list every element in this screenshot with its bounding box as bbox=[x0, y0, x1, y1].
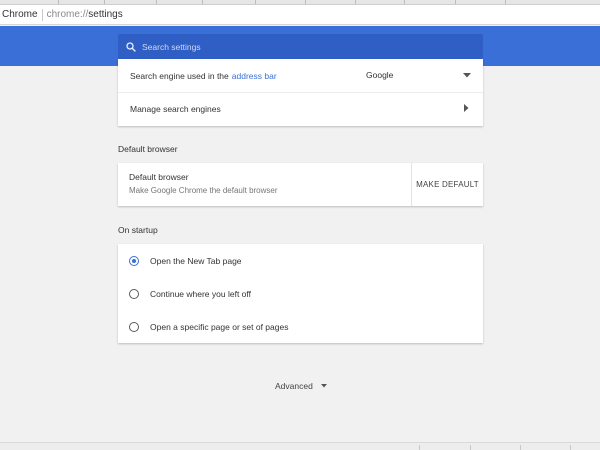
url-path: settings bbox=[88, 9, 123, 20]
search-settings-input[interactable] bbox=[142, 41, 483, 52]
default-browser-primary: Default browser bbox=[129, 172, 189, 182]
radio-button[interactable] bbox=[129, 321, 139, 332]
tab-divider bbox=[255, 0, 256, 4]
tab-divider bbox=[455, 0, 456, 4]
advanced-label: Advanced bbox=[275, 381, 313, 391]
radio-button-checked[interactable] bbox=[129, 255, 139, 266]
on-startup-card: Open the New Tab page Continue where you… bbox=[118, 244, 483, 343]
chevron-down-icon bbox=[463, 70, 471, 80]
address-bar[interactable]: Chrome chrome:// settings bbox=[0, 5, 600, 25]
default-browser-secondary: Make Google Chrome the default browser bbox=[129, 186, 278, 195]
search-engine-card: Search engine used in the address bar Go… bbox=[118, 59, 483, 126]
search-engine-select[interactable]: Google bbox=[366, 68, 471, 82]
advanced-toggle[interactable]: Advanced bbox=[275, 380, 327, 392]
radio-label: Open the New Tab page bbox=[150, 255, 242, 266]
tab-divider bbox=[156, 0, 157, 4]
default-browser-text: Default browser Make Google Chrome the d… bbox=[129, 172, 278, 195]
default-browser-section-title: Default browser bbox=[118, 144, 178, 154]
default-browser-card: Default browser Make Google Chrome the d… bbox=[118, 163, 483, 206]
search-engine-label: Search engine used in the bbox=[130, 70, 229, 81]
tab-divider bbox=[355, 0, 356, 4]
caret-down-icon bbox=[320, 384, 327, 388]
tab-divider bbox=[505, 0, 506, 4]
search-icon bbox=[126, 41, 136, 52]
tab-divider bbox=[404, 0, 405, 4]
url-scheme: chrome:// bbox=[46, 9, 89, 20]
radio-label: Open a specific page or set of pages bbox=[150, 321, 289, 332]
startup-option-new-tab[interactable]: Open the New Tab page bbox=[118, 244, 483, 277]
bottom-divider bbox=[419, 445, 420, 450]
address-bar-link[interactable]: address bar bbox=[232, 71, 277, 81]
tab-divider bbox=[305, 0, 306, 4]
startup-option-specific-pages[interactable]: Open a specific page or set of pages bbox=[118, 310, 483, 343]
manage-search-engines-row[interactable]: Manage search engines bbox=[118, 92, 483, 125]
site-chip-label: Chrome bbox=[2, 9, 38, 20]
search-engine-row: Search engine used in the address bar Go… bbox=[118, 59, 483, 92]
bottom-bar bbox=[0, 442, 600, 450]
make-default-button[interactable]: MAKE DEFAULT bbox=[412, 163, 483, 206]
radio-button[interactable] bbox=[129, 288, 139, 299]
bottom-divider bbox=[470, 445, 471, 450]
search-settings-box[interactable] bbox=[118, 34, 483, 59]
search-engine-select-value: Google bbox=[366, 70, 394, 80]
bottom-divider bbox=[570, 445, 571, 450]
tab-divider bbox=[58, 0, 59, 4]
radio-label: Continue where you left off bbox=[150, 288, 251, 299]
tab-divider bbox=[202, 0, 203, 4]
startup-option-continue[interactable]: Continue where you left off bbox=[118, 277, 483, 310]
chevron-right-icon bbox=[464, 104, 469, 114]
on-startup-section-title: On startup bbox=[118, 225, 158, 235]
address-separator bbox=[41, 8, 43, 21]
tab-divider bbox=[104, 0, 105, 4]
manage-search-engines-label: Manage search engines bbox=[130, 104, 221, 114]
bottom-divider bbox=[520, 445, 521, 450]
